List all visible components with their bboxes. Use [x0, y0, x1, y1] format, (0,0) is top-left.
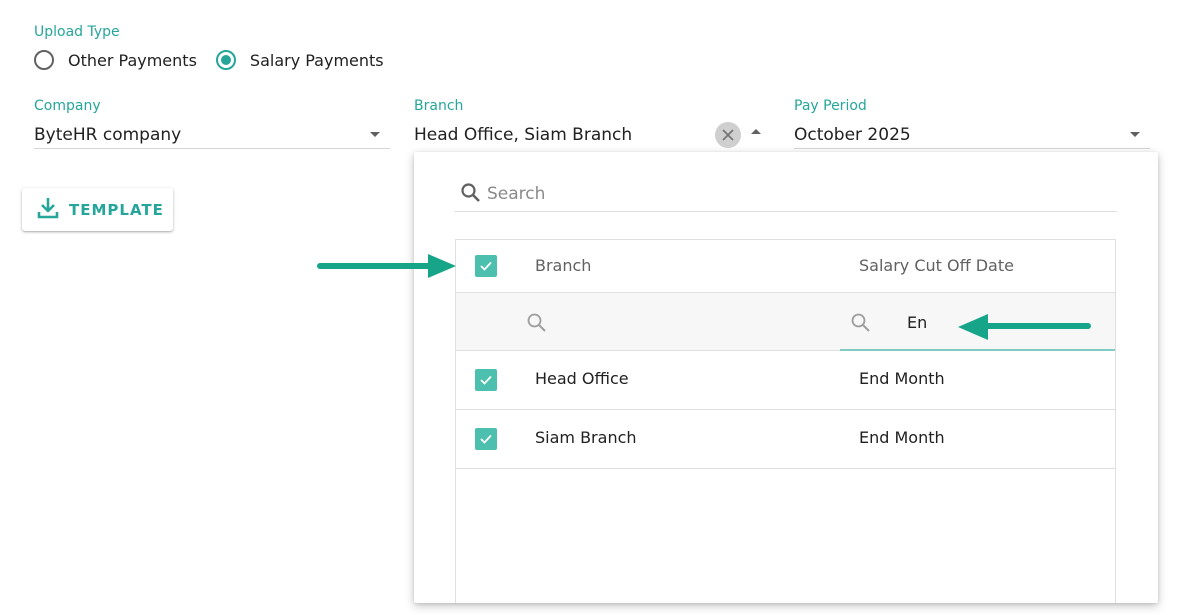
column-header-salary-cut-off-date[interactable]: Salary Cut Off Date	[859, 256, 1014, 275]
branch-select[interactable]: Branch Head Office, Siam Branch	[414, 98, 768, 148]
radio-unchecked-icon[interactable]	[34, 50, 54, 70]
radio-label-other-payments: Other Payments	[68, 50, 197, 70]
upload-type-radio-group: Other Payments Salary Payments	[34, 50, 403, 70]
search-icon	[460, 182, 482, 208]
branch-label: Branch	[414, 98, 464, 114]
pay-period-label: Pay Period	[794, 98, 867, 114]
select-all-checkbox[interactable]	[475, 255, 497, 277]
caret-down-icon[interactable]	[370, 132, 380, 137]
table-row[interactable]: Head Office End Month	[456, 351, 1115, 410]
row-checkbox[interactable]	[475, 369, 497, 391]
download-icon	[36, 196, 60, 224]
branch-cell: Siam Branch	[535, 428, 637, 447]
column-header-branch[interactable]: Branch	[535, 256, 591, 275]
clear-icon[interactable]	[715, 122, 741, 148]
dropdown-search-input[interactable]: Search	[454, 177, 1117, 212]
cutoff-filter-input[interactable]: En	[907, 313, 927, 332]
cutoff-cell: End Month	[859, 428, 945, 447]
radio-other-payments[interactable]: Other Payments	[34, 50, 197, 70]
caret-down-icon[interactable]	[1130, 132, 1140, 137]
branch-value: Head Office, Siam Branch	[414, 125, 633, 145]
radio-checked-icon[interactable]	[215, 50, 236, 70]
pay-period-value: October 2025	[794, 125, 911, 145]
pay-period-underline	[794, 148, 1150, 149]
branch-grid: Branch Salary Cut Off Date En Head Offic…	[455, 239, 1116, 603]
radio-label-salary-payments: Salary Payments	[249, 50, 384, 70]
cutoff-filter-search-icon[interactable]	[850, 312, 872, 338]
caret-up-icon[interactable]	[751, 129, 761, 134]
annotation-arrow-right-icon	[317, 254, 456, 278]
company-underline	[34, 148, 390, 149]
row-checkbox[interactable]	[475, 428, 497, 450]
pay-period-select[interactable]: Pay Period October 2025	[794, 98, 1150, 149]
company-value: ByteHR company	[34, 125, 182, 145]
annotation-arrow-left-icon	[958, 314, 1091, 340]
search-placeholder: Search	[487, 184, 546, 204]
company-select[interactable]: Company ByteHR company	[34, 98, 390, 149]
radio-salary-payments[interactable]: Salary Payments	[215, 50, 384, 70]
template-button-label: TEMPLATE	[69, 200, 164, 219]
company-label: Company	[34, 98, 101, 114]
branch-dropdown-panel: Search Branch Salary Cut Off Date En Hea…	[414, 152, 1158, 603]
grid-header-row: Branch Salary Cut Off Date	[456, 240, 1115, 293]
table-row[interactable]: Siam Branch End Month	[456, 410, 1115, 469]
cutoff-cell: End Month	[859, 369, 945, 388]
upload-type-label: Upload Type	[34, 24, 120, 40]
branch-filter-search-icon[interactable]	[526, 312, 548, 338]
template-download-button[interactable]: TEMPLATE	[22, 188, 173, 231]
branch-cell: Head Office	[535, 369, 629, 388]
